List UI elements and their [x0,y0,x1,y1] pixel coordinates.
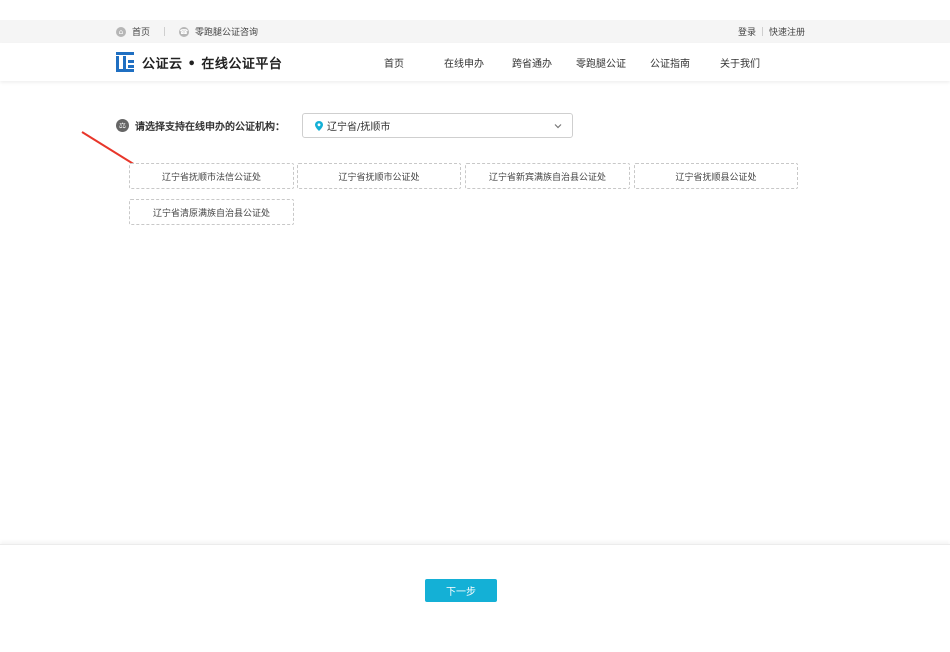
nav-item-cross-province[interactable]: 跨省通办 [512,55,552,70]
topbar-home-link[interactable]: 首页 [132,25,150,38]
office-option[interactable]: 辽宁省清原满族自治县公证处 [129,199,294,225]
divider [761,27,763,36]
logo-icon [116,52,134,72]
nav-item-about[interactable]: 关于我们 [720,55,760,70]
region-select[interactable]: 辽宁省/抚顺市 [302,113,573,138]
location-pin-icon [315,120,323,131]
nav-item-guide[interactable]: 公证指南 [650,55,690,70]
home-icon: ⌂ [116,26,126,37]
main-nav: 首页 在线申办 跨省通办 零跑腿公证 公证指南 关于我们 [384,43,788,81]
top-utility-bar: ⌂ 首页 ☎ 零跑腿公证咨询 登录 快速注册 [0,20,950,43]
nav-item-home[interactable]: 首页 [384,55,404,70]
logo[interactable]: 公证云 • 在线公证平台 [116,52,282,72]
topbar-right: 登录 快速注册 [738,20,805,43]
office-option[interactable]: 辽宁省新宾满族自治县公证处 [465,163,630,189]
phone-icon: ☎ [179,26,190,37]
topbar-left: ⌂ 首页 ☎ 零跑腿公证咨询 [116,20,258,43]
divider [164,27,166,36]
login-link[interactable]: 登录 [738,25,756,38]
footer-bar: 下一步 [0,544,950,652]
main-header: 公证云 • 在线公证平台 首页 在线申办 跨省通办 零跑腿公证 公证指南 关于我… [0,43,950,81]
office-option[interactable]: 辽宁省抚顺市公证处 [297,163,461,189]
register-link[interactable]: 快速注册 [769,25,805,38]
brand-title: 公证云 • 在线公证平台 [142,56,283,72]
topbar-consult-link[interactable]: 零跑腿公证咨询 [195,25,258,38]
office-option[interactable]: 辽宁省抚顺县公证处 [634,163,798,189]
next-step-button[interactable]: 下一步 [425,579,497,602]
nav-item-online-apply[interactable]: 在线申办 [444,55,484,70]
nav-item-zero-trip[interactable]: 零跑腿公证 [576,55,626,70]
region-select-value: 辽宁省/抚顺市 [327,122,391,133]
chevron-down-icon [554,124,562,129]
office-option[interactable]: 辽宁省抚顺市法信公证处 [129,163,294,189]
